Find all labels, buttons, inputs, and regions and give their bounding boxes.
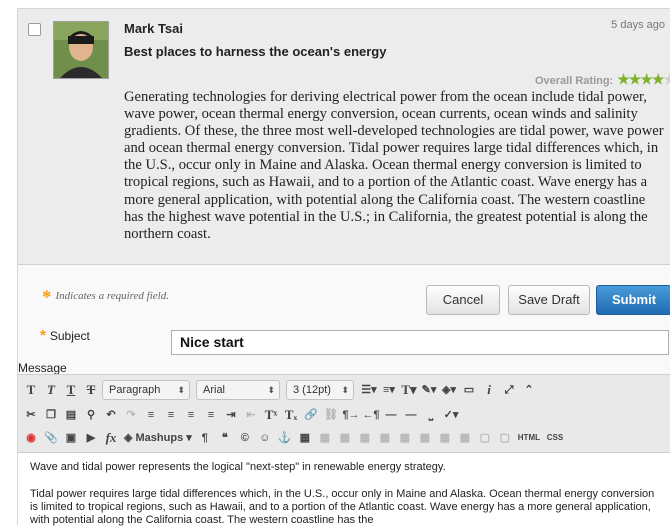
paste-icon[interactable]: ▤ — [62, 406, 80, 424]
overall-rating: Overall Rating: ★★★★★ — [535, 71, 670, 88]
font-select[interactable]: Arial ⬍ — [196, 380, 280, 400]
subject-input[interactable]: Nice start — [171, 330, 669, 355]
redo-icon[interactable]: ↷ — [122, 406, 140, 424]
cell-props-icon[interactable]: ▦ — [436, 429, 454, 447]
bold-icon[interactable]: T — [22, 381, 40, 399]
quote-icon[interactable]: ❝ — [216, 429, 234, 447]
paragraph-mark-icon[interactable]: ¶ — [196, 429, 214, 447]
em-dash-icon[interactable]: — — [402, 406, 420, 424]
superscript-icon[interactable]: Tˣ — [262, 406, 280, 424]
discussion-post: Mark Tsai 5 days ago Best places to harn… — [17, 8, 670, 264]
table-col-icon[interactable]: ▦ — [336, 429, 354, 447]
toolbar-row-2: ✂ ❐ ▤ ⚲ ↶ ↷ ≡ ≡ ≡ ≡ ⇥ ⇤ Tˣ Tₓ 🔗 ⛓ ¶→ ←¶ … — [22, 404, 462, 426]
toolbar-row-3: ◉ 📎 ▣ ▶ fx ◈ Mashups ▾ ¶ ❝ © ☺ ⚓ ▦ ▦ ▦ ▦… — [22, 427, 568, 449]
blank2-icon[interactable]: ▢ — [496, 429, 514, 447]
formula-icon[interactable]: fx — [102, 429, 120, 447]
collapse-icon[interactable]: ⌃ — [520, 381, 538, 399]
table-props-icon[interactable]: ▦ — [416, 429, 434, 447]
required-asterisk-icon: * — [42, 287, 52, 308]
post-title: Best places to harness the ocean's energ… — [124, 44, 387, 59]
table-icon[interactable]: ▦ — [296, 429, 314, 447]
post-age: 5 days ago — [611, 19, 665, 31]
nbsp-icon[interactable]: ⎵ — [422, 406, 440, 424]
undo-icon[interactable]: ↶ — [102, 406, 120, 424]
image-icon[interactable]: ▣ — [62, 429, 80, 447]
spellcheck-abc-icon[interactable]: ✓▾ — [442, 406, 460, 424]
table-split-icon[interactable]: ▦ — [376, 429, 394, 447]
css-button[interactable]: CSS — [544, 429, 566, 447]
align-center-icon[interactable]: ≡ — [162, 406, 180, 424]
copy-icon[interactable]: ❐ — [42, 406, 60, 424]
avatar — [53, 21, 109, 79]
italic-icon[interactable]: T — [42, 381, 60, 399]
spellcheck-icon[interactable]: ◈▾ — [440, 381, 458, 399]
table-row-icon[interactable]: ▦ — [316, 429, 334, 447]
text-color-icon[interactable]: T▾ — [400, 381, 418, 399]
editor-toolbar: T T T T Paragraph ⬍ Arial ⬍ 3 (12pt) ⬍ ☰▾ ≡… — [18, 374, 670, 452]
mashups-menu[interactable]: ◈ Mashups ▾ — [122, 429, 194, 447]
message-label: Message — [18, 361, 67, 375]
paragraph-select[interactable]: Paragraph ⬍ — [102, 380, 190, 400]
fullscreen-icon[interactable]: ⤢ — [500, 381, 518, 399]
unlink-icon[interactable]: ⛓ — [322, 406, 340, 424]
table-delete-icon[interactable]: ▦ — [396, 429, 414, 447]
bullet-list-icon[interactable]: ☰▾ — [360, 381, 378, 399]
justify-icon[interactable]: ≡ — [202, 406, 220, 424]
post-author[interactable]: Mark Tsai — [124, 21, 183, 36]
star-rating-icon[interactable]: ★★★★★ — [617, 71, 670, 87]
media-icon[interactable]: ▶ — [82, 429, 100, 447]
required-asterisk-icon: * — [40, 327, 46, 344]
reply-editor: * Indicates a required field. Cancel Save… — [17, 265, 670, 526]
preview-icon[interactable]: ▭ — [460, 381, 478, 399]
align-right-icon[interactable]: ≡ — [182, 406, 200, 424]
info-icon[interactable]: i — [480, 381, 498, 399]
link-icon[interactable]: 🔗 — [302, 406, 320, 424]
cut-icon[interactable]: ✂ — [22, 406, 40, 424]
numbered-list-icon[interactable]: ≡▾ — [380, 381, 398, 399]
toolbar-row-1: T T T T Paragraph ⬍ Arial ⬍ 3 (12pt) ⬍ ☰▾ ≡… — [22, 379, 540, 401]
blank-icon[interactable]: ▢ — [476, 429, 494, 447]
required-field-note: * Indicates a required field. — [42, 287, 169, 308]
message-content-area[interactable]: Wave and tidal power represents the logi… — [18, 452, 670, 526]
record-icon[interactable]: ◉ — [22, 429, 40, 447]
highlight-icon[interactable]: ✎▾ — [420, 381, 438, 399]
rtl-icon[interactable]: ←¶ — [362, 406, 380, 424]
attach-icon[interactable]: 📎 — [42, 429, 60, 447]
outdent-icon[interactable]: ⇤ — [242, 406, 260, 424]
emoticon-icon[interactable]: ☺ — [256, 429, 274, 447]
horizontal-rule-icon[interactable]: — — [382, 406, 400, 424]
size-select[interactable]: 3 (12pt) ⬍ — [286, 380, 354, 400]
align-left-icon[interactable]: ≡ — [142, 406, 160, 424]
cancel-button[interactable]: Cancel — [426, 285, 500, 315]
message-paragraph: Tidal power requires large tidal differe… — [30, 488, 655, 526]
copyright-icon[interactable]: © — [236, 429, 254, 447]
anchor-icon[interactable]: ⚓ — [276, 429, 294, 447]
rating-label: Overall Rating: — [534, 75, 614, 87]
table-merge-icon[interactable]: ▦ — [356, 429, 374, 447]
find-icon[interactable]: ⚲ — [82, 406, 100, 424]
strikethrough-icon[interactable]: T — [82, 381, 100, 399]
message-paragraph: Wave and tidal power represents the logi… — [30, 461, 446, 473]
row-props-icon[interactable]: ▦ — [456, 429, 474, 447]
subscript-icon[interactable]: Tₓ — [282, 406, 300, 424]
ltr-icon[interactable]: ¶→ — [342, 406, 360, 424]
submit-button[interactable]: Submit — [596, 285, 670, 315]
html-button[interactable]: HTML — [516, 429, 542, 447]
indent-icon[interactable]: ⇥ — [222, 406, 240, 424]
avatar-photo — [54, 22, 108, 78]
post-body: Generating technologies for deriving ele… — [124, 89, 664, 242]
subject-label: * Subject — [40, 327, 90, 344]
underline-icon[interactable]: T — [62, 381, 80, 399]
save-draft-button[interactable]: Save Draft — [508, 285, 590, 315]
post-select-checkbox[interactable] — [28, 23, 41, 36]
